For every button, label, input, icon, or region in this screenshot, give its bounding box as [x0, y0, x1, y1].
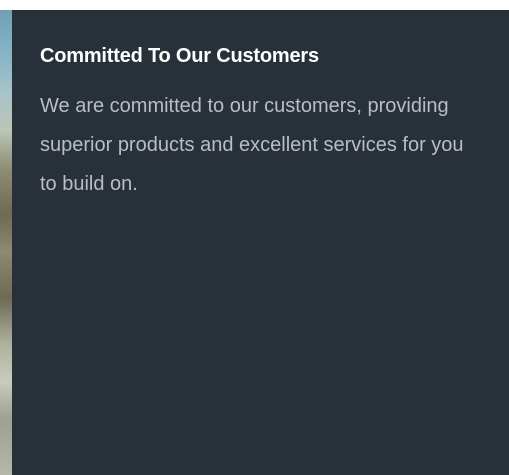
feature-card: Committed To Our Customers We are commit…: [12, 10, 509, 475]
card-title: Committed To Our Customers: [40, 45, 319, 67]
card-description: We are committed to our customers, provi…: [40, 95, 464, 195]
background-photo: [0, 10, 12, 475]
